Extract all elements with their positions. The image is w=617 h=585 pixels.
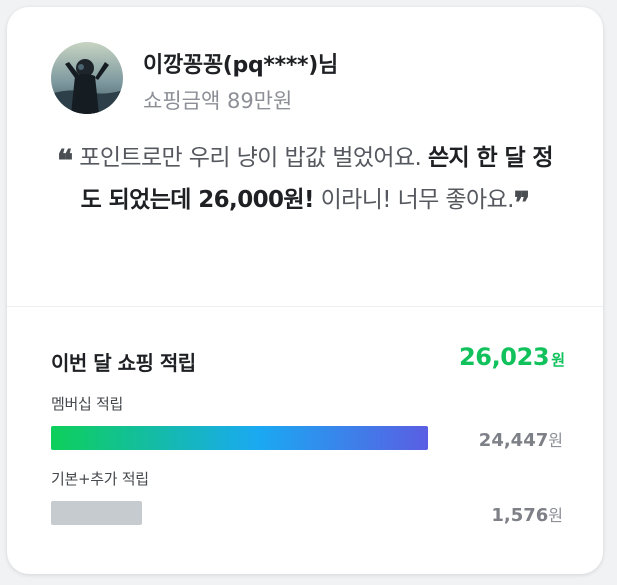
membership-value-unit: 원 [548, 431, 563, 450]
rewards-total: 26,023 원 [459, 343, 565, 371]
quote-text-2: 이라니! 너무 좋아요. [313, 187, 515, 213]
basic-extra-value: 1,576원 [491, 502, 563, 526]
basic-extra-value-unit: 원 [548, 506, 563, 525]
review-section: 이깡꽁꽁(pq****)님 쇼핑금액 89만원 ❝ 포인트로만 우리 냥이 밥값… [7, 7, 603, 307]
review-card: 이깡꽁꽁(pq****)님 쇼핑금액 89만원 ❝ 포인트로만 우리 냥이 밥값… [7, 7, 603, 574]
rewards-total-unit: 원 [551, 351, 565, 369]
membership-bar [51, 426, 428, 450]
avatar [51, 42, 123, 114]
rewards-title: 이번 달 쇼핑 적립 [51, 351, 196, 375]
user-name: 이깡꽁꽁(pq****)님 [143, 53, 338, 78]
membership-label: 멤버십 적립 [51, 395, 123, 413]
review-quote: ❝ 포인트로만 우리 냥이 밥값 벌었어요. 쓴지 한 달 정도 되었는데 26… [47, 137, 563, 221]
rewards-total-value: 26,023 [458, 343, 550, 371]
basic-extra-bar [51, 501, 142, 525]
basic-extra-label: 기본+추가 적립 [51, 470, 149, 488]
quote-text-1: 포인트로만 우리 냥이 밥값 벌었어요. [79, 145, 428, 171]
rewards-section: 이번 달 쇼핑 적립 26,023 원 멤버십 적립 24,447원 기본+추가 … [7, 307, 603, 574]
shopping-amount: 쇼핑금액 89만원 [143, 89, 293, 113]
open-quote-icon: ❝ [57, 144, 73, 179]
membership-value-number: 24,447 [478, 430, 549, 451]
basic-extra-value-number: 1,576 [491, 505, 549, 526]
close-quote-icon: ❞ [513, 186, 530, 221]
membership-value: 24,447원 [479, 427, 563, 451]
